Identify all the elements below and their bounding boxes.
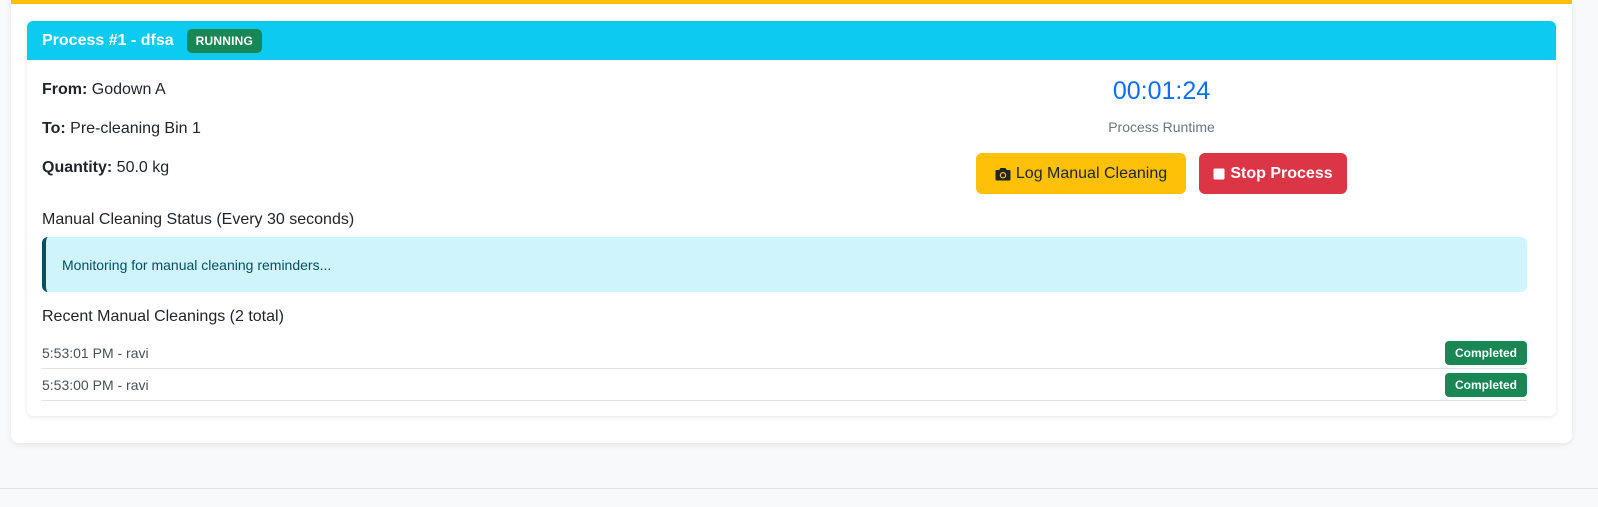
from-label: From: [42, 81, 88, 98]
from-line: From: Godown A [42, 81, 166, 99]
stop-process-button[interactable]: Stop Process [1199, 153, 1347, 194]
completed-badge: Completed [1444, 340, 1527, 365]
runtime-label: Process Runtime [1108, 119, 1215, 135]
page-divider [0, 488, 1598, 489]
to-value: Pre-cleaning Bin 1 [70, 120, 201, 137]
runtime-timer: 00:01:24 [1112, 77, 1211, 105]
stop-icon [1213, 168, 1225, 180]
cleaning-status-alert: Monitoring for manual cleaning reminders… [42, 237, 1527, 292]
from-value: Godown A [91, 81, 166, 98]
quantity-label: Quantity: [42, 159, 113, 176]
camera-icon [995, 167, 1011, 181]
log-manual-cleaning-button[interactable]: Log Manual Cleaning [976, 153, 1186, 194]
stop-button-label: Stop Process [1230, 164, 1333, 182]
cleaning-entry-text: 5:53:01 PM - ravi [42, 344, 149, 361]
status-badge: RUNNING [186, 28, 263, 53]
process-header: Process #1 - dfsa RUNNING [27, 21, 1556, 60]
quantity-line: Quantity: 50.0 kg [42, 159, 169, 177]
cleaning-entry-text: 5:53:00 PM - ravi [42, 376, 149, 393]
process-title: Process #1 - dfsa [42, 31, 174, 49]
completed-badge: Completed [1444, 372, 1527, 397]
alert-message: Monitoring for manual cleaning reminders… [62, 256, 332, 273]
process-card: Process #1 - dfsa RUNNING From: Godown A… [27, 21, 1556, 416]
to-line: To: Pre-cleaning Bin 1 [42, 120, 201, 138]
list-item: 5:53:01 PM - ravi Completed [42, 337, 1527, 369]
cleaning-status-title: Manual Cleaning Status (Every 30 seconds… [42, 211, 355, 228]
process-panel: Process #1 - dfsa RUNNING From: Godown A… [11, 0, 1572, 443]
list-item: 5:53:00 PM - ravi Completed [42, 369, 1527, 401]
recent-cleanings-title: Recent Manual Cleanings (2 total) [42, 308, 284, 325]
quantity-value: 50.0 kg [116, 159, 170, 176]
log-button-label: Log Manual Cleaning [1015, 164, 1168, 182]
to-label: To: [42, 120, 66, 137]
